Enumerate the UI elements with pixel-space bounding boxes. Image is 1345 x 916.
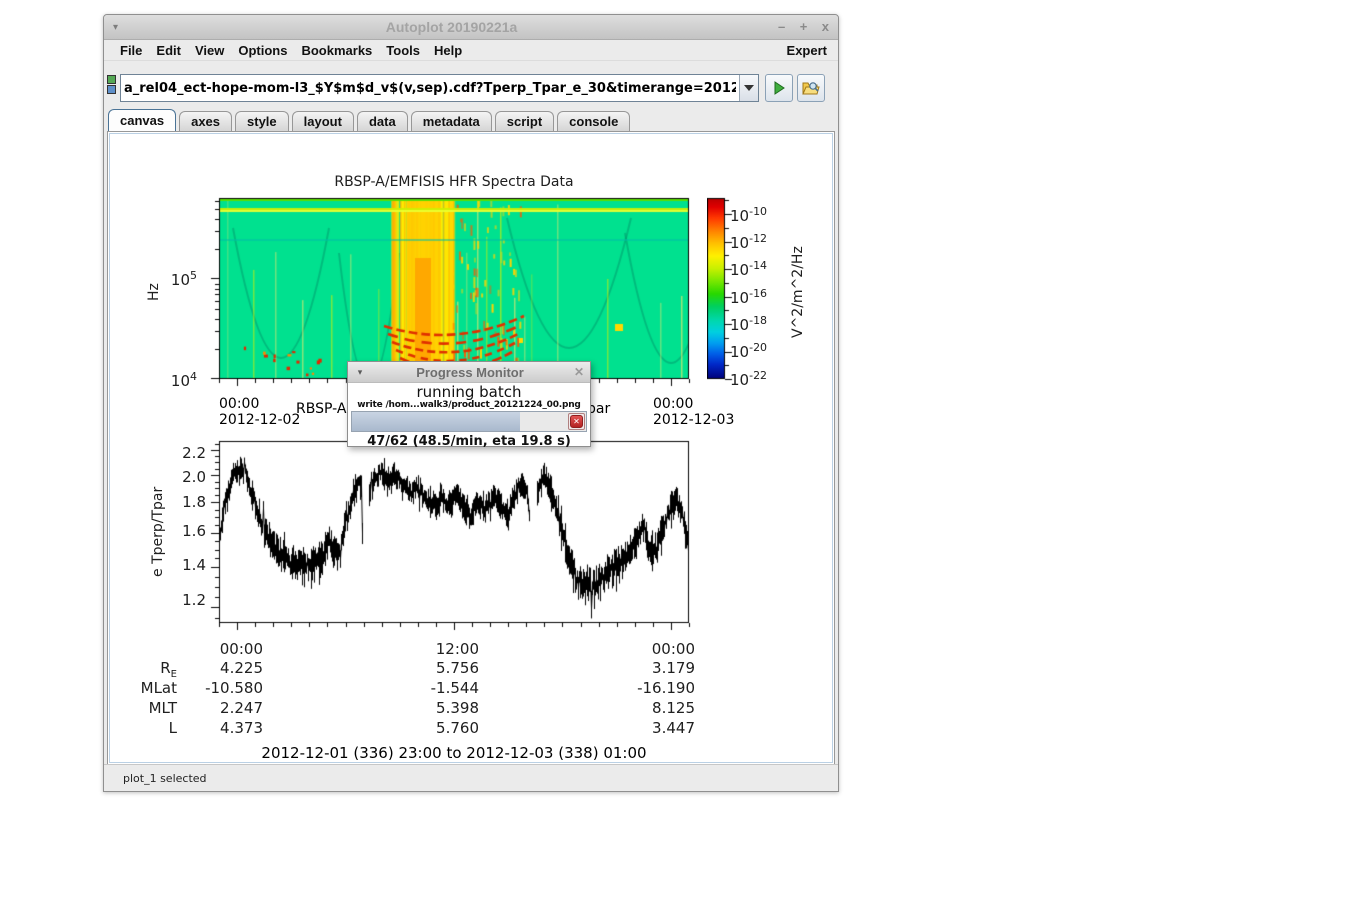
uri-dropdown-button[interactable] <box>739 75 758 101</box>
ephemeris-label-mlat: MLat <box>117 679 177 697</box>
window-titlebar[interactable]: ▾ Autoplot 20190221a – + x <box>104 15 838 40</box>
menu-edit[interactable]: Edit <box>149 43 188 58</box>
ephemeris-mlt-0: 2.247 <box>203 699 263 717</box>
plot-layer-icon[interactable] <box>107 75 116 84</box>
tab-bar: canvas axes style layout data metadata s… <box>104 109 838 131</box>
menu-tools[interactable]: Tools <box>379 43 427 58</box>
ephemeris-re-2: 3.179 <box>635 659 695 677</box>
window-menu-arrow-icon[interactable]: ▾ <box>113 22 135 33</box>
uri-input[interactable] <box>121 75 739 101</box>
data-layer-icon[interactable] <box>107 85 116 94</box>
window-controls: – + x <box>768 18 829 36</box>
chevron-down-icon <box>744 85 754 91</box>
progress-task-label: running batch <box>348 384 590 400</box>
tab-style[interactable]: style <box>235 111 289 131</box>
play-icon <box>771 80 787 96</box>
colorbar-tick-3: 10-16 <box>730 287 767 307</box>
ytick-2.0: 2.0 <box>166 468 206 486</box>
ytick-1.6: 1.6 <box>166 522 206 540</box>
dialog-close-button[interactable]: ✕ <box>568 365 590 379</box>
tab-metadata[interactable]: metadata <box>411 111 492 131</box>
tab-script[interactable]: script <box>495 111 554 131</box>
progress-bar: ✕ <box>351 411 587 432</box>
obscured-title-left-fragment: RBSP-A <box>296 401 346 417</box>
spectrogram-xtick-right: 00:00 2012-12-03 <box>653 396 734 428</box>
ephemeris-l-1: 5.760 <box>419 719 479 737</box>
spectrogram-ytick-1e4: 104 <box>157 370 197 390</box>
colorbar-unit-label: V^2/m^2/Hz <box>790 227 806 357</box>
spectrogram-xtick-left: 00:00 2012-12-02 <box>219 396 300 428</box>
colorbar-tick-6: 10-22 <box>730 369 767 389</box>
timeseries-plot[interactable] <box>206 440 692 632</box>
progress-dialog-titlebar[interactable]: ▾ Progress Monitor ✕ <box>348 362 590 383</box>
ephemeris-re-0: 4.225 <box>203 659 263 677</box>
status-text: plot_1 selected <box>123 772 207 785</box>
ephemeris-mlt-2: 8.125 <box>635 699 695 717</box>
status-bar: plot_1 selected <box>104 764 838 791</box>
ephemeris-label-mlt: MLT <box>117 699 177 717</box>
progress-monitor-dialog[interactable]: ▾ Progress Monitor ✕ running batch write… <box>347 361 591 447</box>
menu-options[interactable]: Options <box>231 43 294 58</box>
uri-combobox <box>120 74 759 102</box>
uri-toolbar <box>104 61 838 109</box>
colorbar-tick-1: 10-12 <box>730 232 767 252</box>
spectrogram-ytick-1e5: 105 <box>157 269 197 289</box>
close-button[interactable]: x <box>822 19 829 34</box>
window-title: Autoplot 20190221a <box>135 19 768 35</box>
expert-menu[interactable]: Expert <box>787 43 829 58</box>
spectrogram-title: RBSP-A/EMFISIS HFR Spectra Data <box>219 174 689 190</box>
tab-console[interactable]: console <box>557 111 630 131</box>
ephemeris-l-0: 4.373 <box>203 719 263 737</box>
dialog-menu-arrow-icon[interactable]: ▾ <box>348 367 372 378</box>
ephemeris-mlat-2: -16.190 <box>625 679 695 697</box>
ephemeris-mlat-0: -10.580 <box>193 679 263 697</box>
xtick-time-1: 12:00 <box>419 640 479 658</box>
spectrogram-plot[interactable] <box>206 197 692 387</box>
go-button[interactable] <box>765 74 793 102</box>
progress-cancel-button[interactable]: ✕ <box>568 413 585 430</box>
menu-file[interactable]: File <box>113 43 149 58</box>
ephemeris-label-l: L <box>117 719 177 737</box>
ytick-1.2: 1.2 <box>166 591 206 609</box>
ephemeris-mlt-1: 5.398 <box>419 699 479 717</box>
tab-axes[interactable]: axes <box>179 111 232 131</box>
cancel-x-icon: ✕ <box>570 415 583 428</box>
tab-layout[interactable]: layout <box>292 111 354 131</box>
ytick-2.2: 2.2 <box>166 444 206 462</box>
xtick-time-0: 00:00 <box>203 640 263 658</box>
colorbar-tick-0: 10-10 <box>730 205 767 225</box>
time-range-label: 2012-12-01 (336) 23:00 to 2012-12-03 (33… <box>219 744 689 762</box>
colorbar-tick-2: 10-14 <box>730 259 767 279</box>
progress-detail-label: write /hom...walk3/product_20121224_00.p… <box>348 400 590 410</box>
menu-help[interactable]: Help <box>427 43 469 58</box>
xtick-time-2: 00:00 <box>635 640 695 658</box>
ephemeris-mlat-1: -1.544 <box>409 679 479 697</box>
layer-icons <box>107 74 116 95</box>
colorbar-tick-5: 10-20 <box>730 341 767 361</box>
progress-count-label: 47/62 (48.5/min, eta 19.8 s) <box>348 434 590 449</box>
colorbar-tick-4: 10-18 <box>730 314 767 334</box>
ytick-1.8: 1.8 <box>166 493 206 511</box>
inspect-uri-button[interactable] <box>797 74 825 102</box>
maximize-button[interactable]: + <box>800 19 808 34</box>
tab-canvas[interactable]: canvas <box>108 109 176 131</box>
menu-bookmarks[interactable]: Bookmarks <box>294 43 379 58</box>
folder-magnifier-icon <box>802 80 820 96</box>
menu-bar: File Edit View Options Bookmarks Tools H… <box>104 40 838 61</box>
ytick-1.4: 1.4 <box>166 556 206 574</box>
menu-view[interactable]: View <box>188 43 231 58</box>
progress-dialog-title: Progress Monitor <box>372 365 568 380</box>
ephemeris-label-re: RE <box>117 659 177 680</box>
tab-data[interactable]: data <box>357 111 408 131</box>
timeseries-ylabel: e Tperp/Tpar <box>150 467 166 597</box>
ephemeris-re-1: 5.756 <box>419 659 479 677</box>
minimize-button[interactable]: – <box>778 19 785 34</box>
progress-bar-fill <box>352 412 520 431</box>
ephemeris-l-2: 3.447 <box>635 719 695 737</box>
